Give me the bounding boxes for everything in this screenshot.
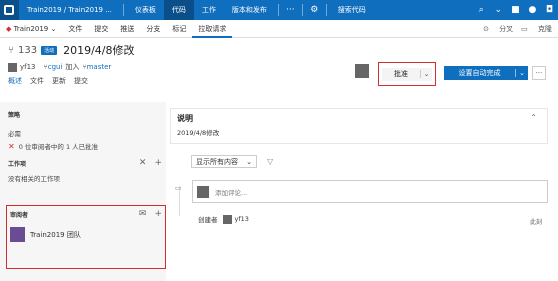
project-breadcrumb[interactable]: Train2019 / Train2019 ... [19,0,120,20]
mail-icon[interactable]: ✉ [139,209,147,219]
work-items-section: 工作项 ✕ + 没有相关的工作项 [8,158,162,183]
description-card: 说明 2019/4/8修改 ⌃ [170,108,548,144]
nav-code[interactable]: 代码 [163,0,194,20]
approve-label: 批准 [394,70,408,78]
comment-input[interactable]: 添加评论... [192,180,548,203]
auto-complete-label: 设置自动完成 [458,69,501,77]
azure-devops-logo[interactable] [0,0,19,20]
tab-pull-requests[interactable]: 拉取请求 [192,20,233,38]
tab-pushes[interactable]: 推送 [114,20,140,38]
filter-icon[interactable]: ▽ [267,157,273,166]
chevron-down-icon[interactable]: ⌄ [420,70,432,78]
pr-id: 133 [18,44,38,56]
avatar[interactable]: ◘ [541,0,558,20]
policy-section: 策略 必需 ✕ 0 位审阅者中的 1 人已批准 [8,110,162,151]
divider [122,4,124,16]
divider [277,4,279,16]
tab-commits[interactable]: 提交 [74,76,88,86]
page-title: 2019/4/8修改 [63,44,135,57]
work-items-empty: 没有相关的工作项 [8,175,60,183]
reviewers-section: 审阅者 ✉ + Train2019 团队 [6,205,166,269]
divider [325,4,327,16]
tab-branches[interactable]: 分支 [140,20,166,38]
add-icon[interactable]: + [154,209,162,219]
left-panel: 策略 必需 ✕ 0 位审阅者中的 1 人已批准 工作项 ✕ + 没有相关的工作项… [0,102,166,281]
reviewer-name: Train2019 团队 [30,230,81,239]
activity-filter-row: 显示所有内容 ⌄ ▽ [191,155,273,168]
tab-tags[interactable]: 标记 [166,20,192,38]
ellipsis-icon[interactable]: ··· [282,0,299,20]
created-label: 创建者 [198,216,218,224]
tab-updates[interactable]: 更新 [52,76,66,86]
nav-build-release[interactable]: 版本和发布 [224,0,275,20]
tab-files[interactable]: 文件 [30,76,44,86]
set-auto-complete-button[interactable]: 设置自动完成 ⌄ [444,66,528,80]
nav-dashboard[interactable]: 仪表板 [127,0,164,20]
target-branch-link[interactable]: master [87,63,112,71]
created-by-entry: 创建者 yf13 [198,214,249,224]
avatar [10,227,25,242]
nav-work[interactable]: 工作 [194,0,224,20]
reviewers-heading: 审阅者 [10,211,29,219]
tab-commits[interactable]: 提交 [88,20,114,38]
code-subnav: ◆ Train2019 ⌄ 文件 提交 推送 分支 标记 拉取请求 ⊙ 分叉 ▭… [0,20,558,38]
approve-button[interactable]: 批准 ⌄ [382,67,432,81]
chevron-up-icon[interactable]: ⌃ [530,113,537,122]
created-time: 此刻 [529,219,542,226]
chevron-down-icon[interactable]: ⌄ [490,0,507,20]
git-icon: ◆ [6,24,12,33]
top-bar: Train2019 / Train2019 ... 仪表板 代码 工作 版本和发… [0,0,558,20]
subnav-actions: ⊙ 分叉 ▭ 克隆 [475,20,552,38]
work-items-heading: 工作项 [8,160,27,168]
created-user[interactable]: yf13 [235,215,249,223]
bag-icon[interactable]: ■ [507,0,524,20]
description-heading: 说明 [177,114,193,123]
policy-heading: 策略 [8,112,21,119]
close-icon[interactable]: ✕ [139,158,147,168]
add-icon[interactable]: + [154,158,162,168]
more-actions-button[interactable]: ··· [532,66,546,80]
avatar [355,64,369,78]
search-input[interactable]: 搜索代码 [330,0,473,20]
tab-overview[interactable]: 概述 [8,76,22,86]
filter-dropdown[interactable]: 显示所有内容 ⌄ [191,155,257,168]
author-name[interactable]: yf13 [20,63,36,71]
source-branch-link[interactable]: cgui [48,63,63,71]
avatar [197,185,209,198]
fork-button[interactable]: ⊙ 分叉 [483,24,513,34]
policy-status: ✕ 0 位审阅者中的 1 人已批准 [8,141,99,152]
tab-files[interactable]: 文件 [62,20,88,38]
chevron-down-icon: ⌄ [246,157,252,166]
search-icon[interactable]: ⌕ [473,0,490,20]
policy-required-label: 必需 [8,130,21,138]
avatar [222,214,232,224]
merge-verb: 加入 [65,63,80,71]
clone-button[interactable]: ▭ 克隆 [521,24,552,34]
approve-highlight: 批准 ⌄ [378,62,436,86]
chevron-down-icon[interactable]: ⌄ [515,69,528,77]
status-badge: 活动 [41,45,58,55]
pull-request-icon: ⑂ [8,44,14,56]
comment-icon: ▭ [175,184,182,192]
avatar [8,62,17,72]
close-icon: ✕ [8,141,15,151]
divider [301,4,303,16]
description-text: 2019/4/8修改 [177,129,220,137]
person-icon[interactable]: ● [524,0,541,20]
repo-selector[interactable]: ◆ Train2019 ⌄ [0,20,62,38]
gear-icon[interactable]: ⚙ [306,0,323,20]
list-item[interactable]: Train2019 团队 [10,227,162,242]
